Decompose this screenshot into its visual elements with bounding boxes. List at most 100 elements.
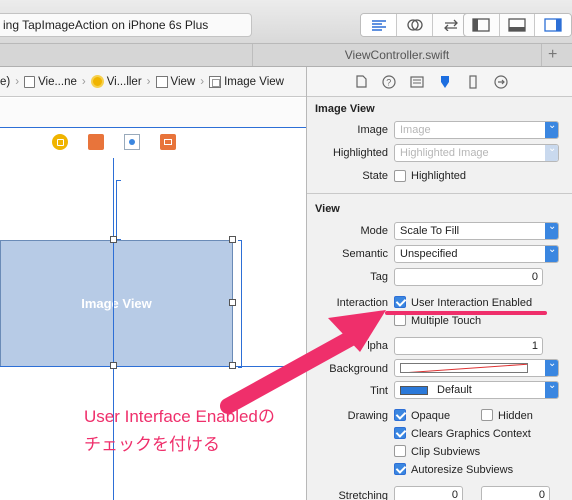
section-divider xyxy=(307,193,572,194)
highlighted-image-combo[interactable]: Highlighted Image xyxy=(394,144,559,162)
identity-inspector-icon[interactable] xyxy=(409,74,425,90)
opaque-label: Opaque xyxy=(411,410,451,422)
semantic-popup[interactable]: Unspecified xyxy=(394,245,559,263)
tab-viewcontroller-swift[interactable]: ViewController.swift xyxy=(252,44,542,66)
multiple-touch-checkbox[interactable] xyxy=(394,314,406,326)
editor-mode-control xyxy=(360,13,470,37)
constraint-bracket xyxy=(116,180,121,240)
jump-item-storyboard[interactable]: e) › xyxy=(0,76,21,88)
view-icon xyxy=(155,75,168,88)
highlighted-label: Highlighted xyxy=(332,147,388,159)
jump-bar: e) › Vie...ne › Vi...ller › View › Image Vie… xyxy=(0,67,306,97)
popup-arrow-icon[interactable] xyxy=(545,360,558,376)
left-panel-icon xyxy=(472,18,490,32)
swap-arrows-icon xyxy=(444,19,458,31)
popup-arrow-icon[interactable] xyxy=(545,382,558,398)
resize-handle[interactable] xyxy=(229,236,236,243)
clears-graphics-context-label: Clears Graphics Context xyxy=(411,428,531,440)
highlighted-checkbox[interactable] xyxy=(394,170,406,182)
hidden-label: Hidden xyxy=(498,410,533,422)
stretching-y-field[interactable]: 0 ▲▼ xyxy=(481,486,550,500)
image-label: Image xyxy=(357,124,388,136)
attributes-inspector: ? Image View Image Image Highlighted Hig… xyxy=(306,67,572,500)
section-title-view: View xyxy=(315,203,340,215)
highlighted-checkbox-label: Highlighted xyxy=(411,170,467,182)
jump-item-view[interactable]: View › xyxy=(155,75,207,88)
image-combo[interactable]: Image xyxy=(394,121,559,139)
alpha-label: lpha xyxy=(367,340,388,352)
standard-editor-button[interactable] xyxy=(361,14,397,36)
annotation-text-line2: チェックを付ける xyxy=(84,435,220,454)
jump-item-image-view[interactable]: Image View xyxy=(209,75,284,88)
resize-handle[interactable] xyxy=(110,362,117,369)
attributes-inspector-icon[interactable] xyxy=(437,74,453,90)
mode-label: Mode xyxy=(360,225,388,237)
drawing-label: Drawing xyxy=(347,410,388,422)
panel-toggle-control xyxy=(463,13,572,37)
tap-gesture-icon[interactable] xyxy=(124,134,140,150)
constraint-bracket-right xyxy=(238,240,242,368)
annotation-text-line1: User Interface Enabledの xyxy=(84,407,275,426)
semantic-label: Semantic xyxy=(342,248,388,260)
view-controller-icon[interactable] xyxy=(52,134,68,150)
alpha-field[interactable]: 1 ▲▼ xyxy=(394,337,543,355)
hidden-checkbox[interactable] xyxy=(481,409,493,421)
assistant-editor-button[interactable] xyxy=(397,14,433,36)
jump-item-scene[interactable]: Vie...ne › xyxy=(24,75,88,88)
scene-top-bar xyxy=(0,98,306,128)
chevron-right-icon: › xyxy=(200,75,205,88)
background-color-swatch xyxy=(400,363,528,373)
bottom-panel-icon xyxy=(508,18,526,32)
popup-arrow-icon[interactable] xyxy=(545,223,558,239)
interaction-label: Interaction xyxy=(336,297,388,309)
clip-subviews-checkbox[interactable] xyxy=(394,445,406,457)
help-icon[interactable]: ? xyxy=(381,74,397,90)
utilities-toggle-button[interactable] xyxy=(535,14,571,36)
align-lines-icon xyxy=(371,20,386,31)
state-label: State xyxy=(362,170,388,182)
inspector-tabs: ? xyxy=(307,67,572,97)
content-mode-popup[interactable]: Scale To Fill xyxy=(394,222,559,240)
opaque-checkbox[interactable] xyxy=(394,409,406,421)
clears-graphics-context-checkbox[interactable] xyxy=(394,427,406,439)
dropdown-arrow-icon[interactable] xyxy=(545,145,558,161)
connections-inspector-icon[interactable] xyxy=(493,74,509,90)
tint-label: Tint xyxy=(370,385,388,397)
tag-label: Tag xyxy=(370,271,388,283)
user-interaction-enabled-checkbox[interactable] xyxy=(394,296,406,308)
exit-icon[interactable] xyxy=(160,134,176,150)
navigator-toggle-button[interactable] xyxy=(464,14,500,36)
svg-text:?: ? xyxy=(386,77,391,87)
popup-arrow-icon[interactable] xyxy=(545,246,558,262)
clip-subviews-label: Clip Subviews xyxy=(411,446,481,458)
first-responder-icon[interactable] xyxy=(88,134,104,150)
scene-icon xyxy=(24,75,36,88)
autoresize-subviews-checkbox[interactable] xyxy=(394,463,406,475)
resize-handle[interactable] xyxy=(229,362,236,369)
image-view[interactable]: Image View xyxy=(0,240,233,367)
view-controller-icon xyxy=(90,75,104,88)
dropdown-arrow-icon[interactable] xyxy=(545,122,558,138)
scene-dock xyxy=(52,134,176,150)
right-panel-icon xyxy=(544,18,562,32)
file-inspector-icon[interactable] xyxy=(353,74,369,90)
stretching-label: Stretching xyxy=(338,490,388,500)
autoresize-subviews-label: Autoresize Subviews xyxy=(411,464,514,476)
stretching-x-field[interactable]: 0 ▲▼ xyxy=(394,486,463,500)
alignment-guide-horizontal xyxy=(0,366,306,367)
jump-item-view-controller[interactable]: Vi...ller › xyxy=(90,75,153,88)
background-label: Background xyxy=(329,363,388,375)
venn-circles-icon xyxy=(406,19,423,31)
new-tab-button[interactable]: + xyxy=(548,46,557,64)
size-inspector-icon[interactable] xyxy=(465,74,481,90)
tag-field[interactable]: 0 ▲▼ xyxy=(394,268,543,286)
chevron-right-icon: › xyxy=(15,75,20,88)
toolbar: ing TapImageAction on iPhone 6s Plus xyxy=(0,0,572,44)
resize-handle[interactable] xyxy=(229,299,236,306)
background-color-popup[interactable] xyxy=(394,359,559,377)
multiple-touch-label: Multiple Touch xyxy=(411,315,482,327)
tint-color-popup[interactable]: Default xyxy=(394,381,559,399)
tab-bar: ViewController.swift + xyxy=(0,44,572,67)
resize-handle[interactable] xyxy=(110,236,117,243)
debug-toggle-button[interactable] xyxy=(500,14,536,36)
